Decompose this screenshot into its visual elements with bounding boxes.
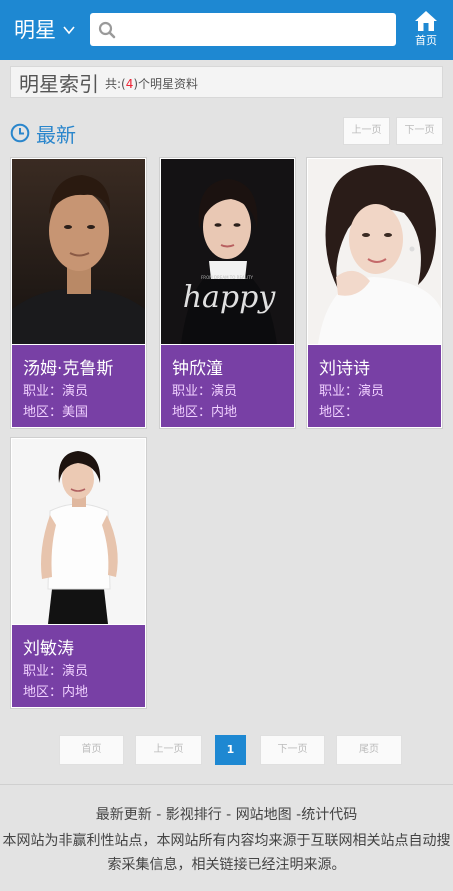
star-region: 地区：内地 — [23, 685, 89, 700]
star-card[interactable]: FROM DREAM TO REALITY happy 钟欣潼 职业：演员 地区… — [159, 157, 296, 429]
section-prev-button[interactable]: 上一页 — [343, 117, 390, 145]
brand-label: 明星 — [14, 18, 56, 42]
star-card[interactable]: 刘敏涛 职业：演员 地区：内地 — [10, 437, 147, 709]
section-next-button[interactable]: 下一页 — [396, 117, 443, 145]
star-photo[interactable] — [12, 159, 145, 344]
count-suffix: )个明星资料 — [133, 76, 199, 91]
clock-icon — [10, 123, 30, 143]
site-footer: 最新更新 - 影视排行 - 网站地图 -统计代码 本网站为非赢利性站点，本网站所… — [0, 784, 453, 891]
star-portrait-image: FROM DREAM TO REALITY happy — [161, 159, 294, 344]
star-info: 刘敏涛 职业：演员 地区：内地 — [12, 625, 145, 707]
page-first-button[interactable]: 首页 — [59, 735, 124, 765]
star-name[interactable]: 汤姆·克鲁斯 — [23, 354, 113, 379]
star-name[interactable]: 刘敏涛 — [23, 634, 74, 659]
home-button[interactable]: 首页 — [408, 10, 444, 52]
poster-happy-text: happy — [183, 280, 277, 315]
star-photo[interactable]: FROM DREAM TO REALITY happy — [161, 159, 294, 344]
footer-link-ranking[interactable]: 影视排行 — [166, 807, 222, 823]
search-box — [90, 13, 396, 46]
footer-sep: - — [151, 807, 166, 823]
footer-sep: - — [221, 807, 236, 823]
brand-dropdown[interactable]: 明星 — [14, 15, 76, 45]
star-info: 汤姆·克鲁斯 职业：演员 地区：美国 — [12, 345, 145, 427]
search-input[interactable] — [122, 17, 392, 44]
star-region: 地区：美国 — [23, 405, 89, 420]
section-title: 最新 — [36, 122, 76, 147]
top-header: 明星 首页 — [0, 0, 453, 60]
page-current-button[interactable]: 1 — [215, 735, 246, 765]
star-portrait-image — [308, 159, 441, 344]
star-portrait-image — [12, 159, 145, 344]
star-card[interactable]: 刘诗诗 职业：演员 地区： — [306, 157, 443, 429]
footer-sep: - — [291, 807, 302, 823]
star-region: 地区： — [319, 405, 359, 420]
page-prev-button[interactable]: 上一页 — [135, 735, 202, 765]
search-icon[interactable] — [98, 21, 116, 39]
star-info: 刘诗诗 职业：演员 地区： — [308, 345, 441, 427]
star-photo[interactable] — [308, 159, 441, 344]
section-header: 最新 — [10, 118, 76, 148]
star-job: 职业：演员 — [319, 384, 385, 399]
chevron-down-icon — [63, 26, 75, 35]
star-region: 地区：内地 — [172, 405, 238, 420]
star-job: 职业：演员 — [23, 384, 89, 399]
footer-link-stats[interactable]: 统计代码 — [301, 807, 357, 823]
footer-disclaimer: 本网站为非赢利性站点，本网站所有内容均来源于互联网相关站点自动搜索采集信息，相关… — [2, 833, 451, 873]
star-name[interactable]: 刘诗诗 — [319, 354, 370, 379]
star-index-bar: 明星索引 共:(4)个明星资料 — [10, 66, 443, 98]
index-title: 明星索引 — [19, 71, 99, 96]
index-count: 共:(4)个明星资料 — [105, 75, 198, 92]
home-icon — [415, 11, 437, 31]
page-last-button[interactable]: 尾页 — [336, 735, 402, 765]
star-card[interactable]: 汤姆·克鲁斯 职业：演员 地区：美国 — [10, 157, 147, 429]
star-portrait-image — [12, 439, 145, 624]
footer-link-sitemap[interactable]: 网站地图 — [236, 807, 292, 823]
star-job: 职业：演员 — [172, 384, 238, 399]
footer-link-latest[interactable]: 最新更新 — [96, 807, 152, 823]
count-prefix: 共:( — [105, 76, 126, 91]
star-photo[interactable] — [12, 439, 145, 624]
star-job: 职业：演员 — [23, 664, 89, 679]
home-label: 首页 — [415, 34, 437, 47]
footer-links: 最新更新 - 影视排行 - 网站地图 -统计代码 — [0, 805, 453, 825]
page-next-button[interactable]: 下一页 — [260, 735, 325, 765]
star-info: 钟欣潼 职业：演员 地区：内地 — [161, 345, 294, 427]
star-name[interactable]: 钟欣潼 — [172, 354, 223, 379]
